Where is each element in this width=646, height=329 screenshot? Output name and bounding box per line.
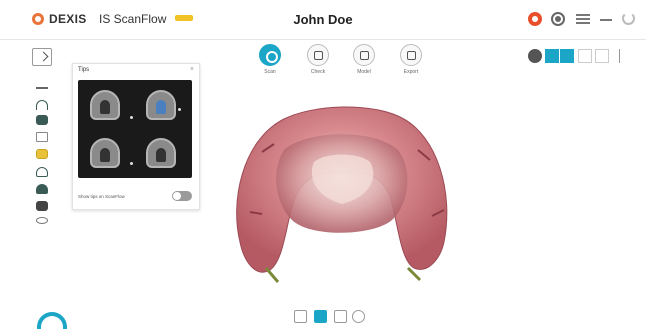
tab-export-label: Export: [403, 69, 419, 75]
paint-icon[interactable]: [34, 200, 50, 214]
current-arch-icon: [37, 312, 67, 329]
tips-title: Tips: [78, 67, 90, 73]
impression-icon[interactable]: [34, 166, 50, 180]
eye-icon[interactable]: [34, 216, 50, 230]
scan-viewport[interactable]: [222, 92, 462, 292]
close-icon[interactable]: ×: [190, 66, 194, 73]
tip-step-3-icon: [90, 138, 120, 168]
tip-marker: [178, 108, 181, 111]
brand-name: DEXIS: [49, 12, 87, 26]
tip-marker: [130, 116, 133, 119]
tab-model-label: Model: [357, 69, 371, 75]
dexis-logo-icon: [32, 13, 44, 25]
tip-step-2-icon: [146, 90, 176, 120]
tips-toggle-label: Show tips on ScanFlow: [78, 194, 125, 199]
note-icon[interactable]: [34, 131, 50, 145]
tip-step-1-icon: [90, 90, 120, 120]
grid-icon[interactable]: [578, 49, 592, 63]
export-icon: [400, 44, 422, 66]
chevron-right-icon[interactable]: [612, 49, 620, 63]
patient-name: John Doe: [293, 12, 353, 27]
home-icon[interactable]: [334, 310, 347, 323]
tab-model[interactable]: Model: [344, 44, 384, 75]
upper-arch-icon[interactable]: [34, 99, 50, 113]
record-icon[interactable]: [528, 12, 542, 26]
tab-scan[interactable]: Scan: [250, 44, 290, 75]
settings-icon[interactable]: [352, 310, 365, 323]
active-view-icon[interactable]: [314, 310, 327, 323]
tip-step-4-icon: [146, 138, 176, 168]
tips-toggle[interactable]: [172, 191, 192, 201]
tip-marker: [130, 162, 133, 165]
color-on-icon[interactable]: [545, 49, 559, 63]
minimize-icon[interactable]: [600, 19, 612, 21]
jaw-icon[interactable]: [528, 49, 542, 63]
product-name: IS ScanFlow: [99, 12, 167, 26]
sidebar-toggle-button[interactable]: [32, 48, 52, 66]
model-icon: [353, 44, 375, 66]
cut-icon[interactable]: [34, 84, 50, 98]
tips-illustration: [78, 80, 192, 178]
left-toolbar: [30, 44, 67, 329]
model-scan-icon[interactable]: [34, 183, 50, 197]
bookmark-icon[interactable]: [294, 310, 307, 323]
tab-export[interactable]: Export: [391, 44, 431, 75]
product-badge: [175, 15, 193, 21]
upper-jaw-scan: [236, 106, 448, 283]
tab-scan-label: Scan: [264, 69, 276, 75]
lock-icon[interactable]: [595, 49, 609, 63]
tab-check-label: Check: [310, 69, 326, 75]
target-icon[interactable]: [551, 12, 565, 26]
check-icon: [307, 44, 329, 66]
lower-arch-icon[interactable]: [34, 114, 50, 128]
bite-icon[interactable]: [34, 148, 50, 162]
tab-check[interactable]: Check: [298, 44, 338, 75]
power-icon[interactable]: [622, 12, 635, 25]
title-bar: DEXIS IS ScanFlow John Doe: [0, 0, 646, 40]
menu-icon[interactable]: [576, 14, 590, 24]
scan-icon: [259, 44, 281, 66]
texture-on-icon[interactable]: [560, 49, 574, 63]
tips-panel: Tips × Show tips on ScanFlow: [72, 63, 200, 210]
